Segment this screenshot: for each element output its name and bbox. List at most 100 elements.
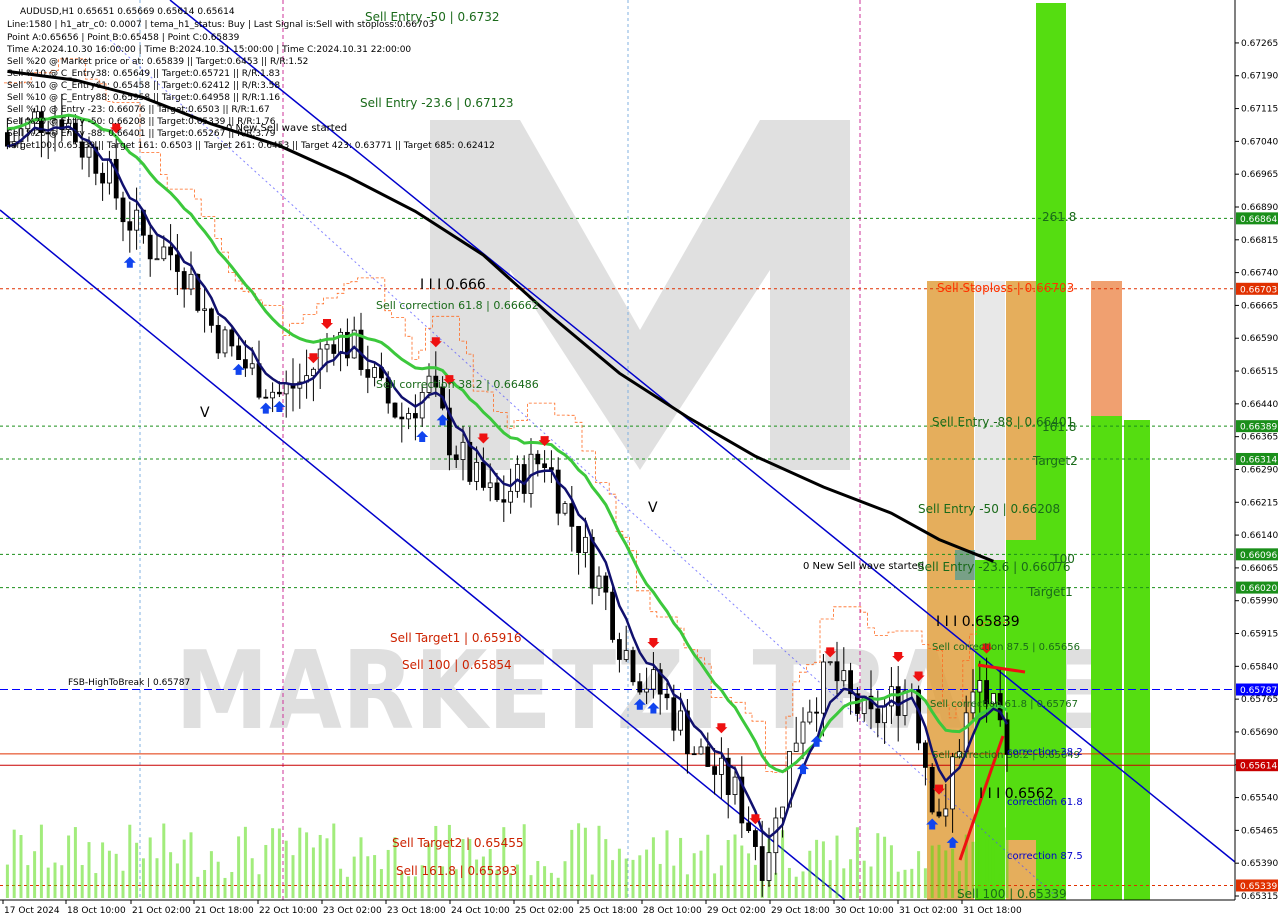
candle-body — [372, 367, 378, 378]
candle-body — [256, 363, 262, 398]
time-tick-label: 25 Oct 18:00 — [579, 906, 638, 916]
candle-body — [780, 806, 785, 819]
volume-bar — [672, 865, 676, 898]
candle-body — [923, 742, 928, 768]
price-level-label: 0.66389 — [1240, 423, 1277, 433]
annotation: 0 New Sell wave started — [226, 123, 347, 134]
annotation: Sell Entry -23.6 | 0.67123 — [360, 96, 514, 110]
volume-bar — [209, 851, 213, 898]
volume-bar — [597, 825, 601, 898]
volume-bar — [169, 852, 173, 898]
volume-bar — [114, 853, 118, 898]
candle-body — [535, 453, 541, 465]
candle-body — [501, 499, 507, 503]
sell-arrow-icon — [321, 319, 333, 330]
price-tick-label: 0.66740 — [1241, 269, 1278, 279]
volume-bar — [345, 876, 349, 898]
candle-body — [508, 490, 514, 503]
volume-bar — [842, 868, 846, 898]
candle-body — [610, 591, 615, 640]
price-tick-label: 0.66065 — [1241, 564, 1278, 574]
volume-bar — [679, 837, 683, 898]
price-tick-label: 0.67040 — [1241, 137, 1278, 147]
candle-body — [215, 324, 221, 354]
candle-body — [406, 413, 412, 420]
buy-arrow-icon — [273, 401, 286, 413]
volume-bar — [611, 860, 615, 898]
time-tick-label: 24 Oct 10:00 — [451, 906, 510, 916]
volume-bar — [243, 826, 247, 898]
candle-body — [603, 575, 609, 593]
candle-body — [270, 391, 276, 399]
candle-body — [576, 525, 581, 553]
annotation: correction 38.2 — [1007, 747, 1083, 758]
price-tick-label: 0.66590 — [1241, 334, 1278, 344]
info-line: Sell %10 @ Entry -23: 0.66076 || Target:… — [7, 105, 270, 115]
info-line: Sell %10 @ C_Entry88: 0.65958 || Target:… — [7, 93, 280, 103]
candle-body — [698, 746, 704, 755]
time-tick-label: 28 Oct 10:00 — [643, 906, 702, 916]
candle-body — [236, 345, 242, 361]
volume-bar — [903, 869, 907, 898]
volume-bar — [740, 845, 744, 898]
buy-arrow-icon — [123, 256, 136, 268]
info-line: Point A:0.65656 | Point B:0.65458 | Poin… — [7, 33, 240, 43]
candle-body — [222, 329, 228, 354]
price-level-label: 0.65614 — [1240, 762, 1277, 772]
volume-bar — [352, 856, 356, 898]
candle-body — [753, 830, 758, 847]
candle-body — [630, 650, 636, 683]
candle-body — [283, 383, 289, 395]
volume-bar — [271, 828, 275, 898]
volume-bar — [175, 863, 179, 898]
volume-bar — [46, 867, 50, 898]
volume-bar — [869, 866, 873, 898]
sell-arrow-icon — [307, 353, 320, 364]
volume-bar — [753, 864, 757, 898]
volume-bar — [638, 855, 642, 898]
volume-bar — [284, 840, 288, 898]
price-tick-label: 0.66290 — [1241, 465, 1278, 475]
candle-body — [617, 639, 622, 660]
volume-bar — [658, 863, 662, 898]
price-tick-label: 0.66140 — [1241, 531, 1278, 541]
annotation: V — [648, 500, 658, 516]
time-tick-label: 30 Oct 10:00 — [835, 906, 894, 916]
annotation: Sell Stoploss | 0.66703 — [937, 281, 1074, 295]
candle-body — [950, 756, 955, 810]
candle-body — [712, 766, 717, 775]
price-tick-label: 0.65465 — [1241, 826, 1278, 836]
annotation: 100 — [1052, 552, 1075, 566]
volume-bar — [692, 853, 696, 898]
price-level-label: 0.66864 — [1240, 215, 1277, 225]
volume-bar — [73, 827, 77, 898]
volume-bar — [12, 829, 16, 898]
volume-bar — [135, 842, 139, 898]
candle-body — [487, 482, 493, 488]
time-tick-label: 17 Oct 2024 — [4, 906, 60, 916]
volume-bar — [624, 858, 628, 898]
volume-bar — [413, 876, 417, 898]
price-level-label: 0.66314 — [1240, 455, 1277, 465]
volume-bar — [889, 845, 893, 898]
volume-bar — [719, 865, 723, 898]
volume-bar — [556, 877, 560, 898]
buy-arrow-icon — [232, 363, 245, 375]
candle-body — [229, 329, 235, 347]
info-line: Time A:2024.10.30 16:00:00 | Time B:2024… — [6, 45, 411, 55]
annotation: I I I 0.666 — [420, 277, 486, 293]
candle-body — [766, 852, 772, 881]
annotation: Sell Target1 | 0.65916 — [390, 631, 522, 645]
candle-body — [814, 711, 819, 714]
annotation: Sell correction 61.8 | 0.65767 — [930, 699, 1078, 710]
candle-body — [100, 172, 105, 184]
volume-bar — [706, 834, 710, 898]
candle-body — [936, 811, 942, 817]
volume-bar — [67, 835, 71, 898]
price-level-label: 0.66020 — [1240, 584, 1277, 594]
volume-bar — [944, 850, 948, 898]
volume-bar — [39, 824, 43, 898]
volume-bar — [311, 847, 315, 898]
candle-body — [583, 536, 588, 553]
volume-bar — [250, 858, 254, 898]
